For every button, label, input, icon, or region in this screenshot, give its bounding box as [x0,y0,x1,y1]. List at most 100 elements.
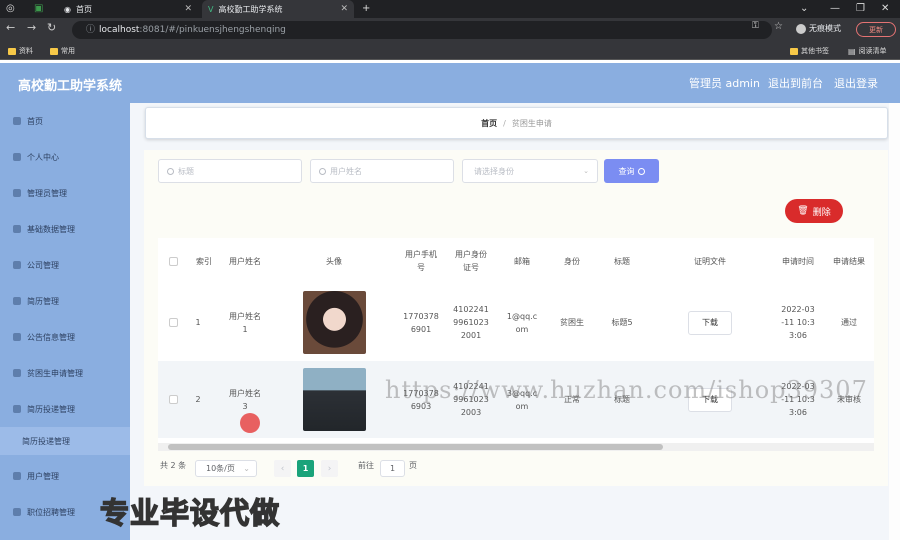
forward-icon[interactable]: → [27,21,36,34]
other-bookmarks[interactable]: 其他书签 [790,46,829,56]
tab-favicon-icon[interactable]: ▣ [34,0,43,18]
bookmark-label: 其他书签 [801,47,829,55]
column-header: 索引 [196,256,212,266]
users-icon [13,472,21,480]
info-icon: ⓘ [86,25,96,35]
key-icon[interactable]: ⚿ [752,21,759,31]
sidebar-item-basedata[interactable]: 基础数据管理 [0,211,130,247]
chevron-down-icon[interactable]: ⌄ [800,0,808,18]
user-icon [13,153,21,161]
sidebar-item-resume[interactable]: 简历管理 [0,283,130,319]
url-field[interactable]: ⓘ localhost:8081/#/pinkuensjhengshenqing [72,21,772,39]
vue-icon: V [208,4,214,14]
close-tab-icon[interactable]: ✕ [184,4,192,14]
sidebar-item-profile[interactable]: 个人中心 [0,139,130,175]
sidebar-item-users[interactable]: 用户管理 [0,458,130,494]
query-button[interactable]: 查询 [604,159,659,183]
sidebar-item-label: 首页 [27,116,43,126]
folder-icon [50,47,58,55]
sidebar-item-home[interactable]: 首页 [0,103,130,139]
search-icon [167,167,174,175]
restore-icon[interactable]: ❐ [856,0,865,18]
back-icon[interactable]: ← [6,21,15,34]
name-search-input[interactable]: 用户姓名 [310,159,454,183]
logout-link[interactable]: 退出登录 [834,75,878,91]
column-header: 用户身份 证号 [455,250,487,272]
cell-idcard: 4102241 9961023 2001 [453,305,489,340]
home-icon [13,117,21,125]
sidebar-item-admin[interactable]: 管理员管理 [0,175,130,211]
bookmark-folder[interactable]: 常用 [50,46,75,56]
goto-page-input[interactable]: 1 [380,460,405,477]
scrollbar-thumb[interactable] [168,444,663,450]
reading-list[interactable]: ▤ 阅读清单 [848,46,887,56]
table-row[interactable]: 1 用户姓名 1 1770378 6901 4102241 9961023 20… [158,284,874,361]
bookmark-label: 阅读清单 [858,47,887,55]
sidebar-subitem-resume-delivery[interactable]: 简历投递管理 [0,427,130,455]
chevron-down-icon: ⌄ [583,167,589,175]
column-header: 申请时间 [782,256,814,266]
cell-email: 1@qq.c om [506,311,538,334]
delete-button[interactable]: 🗑 删除 [785,199,843,223]
name-placeholder: 用户姓名 [330,166,362,176]
row-checkbox-cell[interactable] [166,284,180,361]
sidebar-item-label: 管理员管理 [27,188,67,198]
close-window-icon[interactable]: ✕ [881,0,889,18]
select-all-checkbox[interactable] [168,256,178,266]
cell-title: 标题5 [611,318,633,327]
grid-icon [13,225,21,233]
update-button[interactable]: 更新 [856,22,896,37]
sidebar-item-company[interactable]: 公司管理 [0,247,130,283]
row-checkbox[interactable] [168,395,178,404]
cell-avatar [288,361,380,438]
delete-label: 删除 [812,207,831,218]
tab-home[interactable]: ◉ 首页 ✕ [58,0,198,18]
page-vertical-scrollbar[interactable] [889,103,900,540]
breadcrumb: 首页 / 贫困生申请 [145,107,888,139]
promo-caption: 专业毕设代做 [99,495,281,531]
minimize-icon[interactable]: — [830,0,840,18]
new-tab-icon[interactable]: + [362,0,370,18]
cell-time: 2022-03 -11 10:3 3:06 [781,305,815,340]
page-size-select[interactable]: 10条/页 ⌄ [195,460,257,477]
admin-user-link[interactable]: 管理员 admin [689,75,760,91]
title-search-input[interactable]: 标题 [158,159,302,183]
download-button[interactable]: 下载 [688,310,732,335]
notice-icon [13,333,21,341]
incognito-label: 无痕模式 [809,24,841,33]
current-page-button[interactable]: 1 [297,460,314,477]
search-icon [319,167,326,175]
sidebar-item-label: 贫困生申请管理 [27,368,83,378]
avatar [302,368,366,431]
tab-app[interactable]: V 高校勤工助学系统 ✕ [202,0,354,18]
chrome-menu-icon[interactable]: ◎ [6,0,15,18]
table-horizontal-scrollbar[interactable] [158,443,874,451]
admin-icon [13,189,21,197]
globe-icon: ◉ [64,4,71,14]
back-to-front-link[interactable]: 退出到前台 [768,75,823,91]
cell-index: 2 [195,395,201,404]
sidebar-item-notice[interactable]: 公告信息管理 [0,319,130,355]
sidebar-item-label: 公司管理 [27,260,59,270]
column-header: 用户手机 号 [405,250,437,272]
identity-select[interactable]: 请选择身份 ⌄ [462,159,598,183]
prev-page-button[interactable]: ‹ [274,460,291,477]
column-header: 申请结果 [833,256,865,266]
close-tab-icon[interactable]: ✕ [340,4,348,14]
incognito-indicator[interactable]: 无痕模式 [796,23,841,34]
cell-avatar [288,284,380,361]
bookmark-folder[interactable]: 资料 [8,46,33,56]
reload-icon[interactable]: ↻ [47,21,56,34]
sidebar-item-resume-delivery[interactable]: 简历投递管理 [0,391,130,427]
select-all-checkbox-cell[interactable] [166,238,180,284]
query-label: 查询 [618,166,635,176]
sidebar-item-poverty-apply[interactable]: 贫困生申请管理 [0,355,130,391]
column-header: 邮箱 [514,256,530,266]
next-page-button[interactable]: › [321,460,338,477]
breadcrumb-home[interactable]: 首页 [481,118,497,129]
row-checkbox[interactable] [168,318,178,327]
row-checkbox-cell[interactable] [166,361,180,438]
title-placeholder: 标题 [178,166,194,176]
star-icon[interactable]: ☆ [774,21,783,32]
reading-list-icon: ▤ [848,46,856,56]
